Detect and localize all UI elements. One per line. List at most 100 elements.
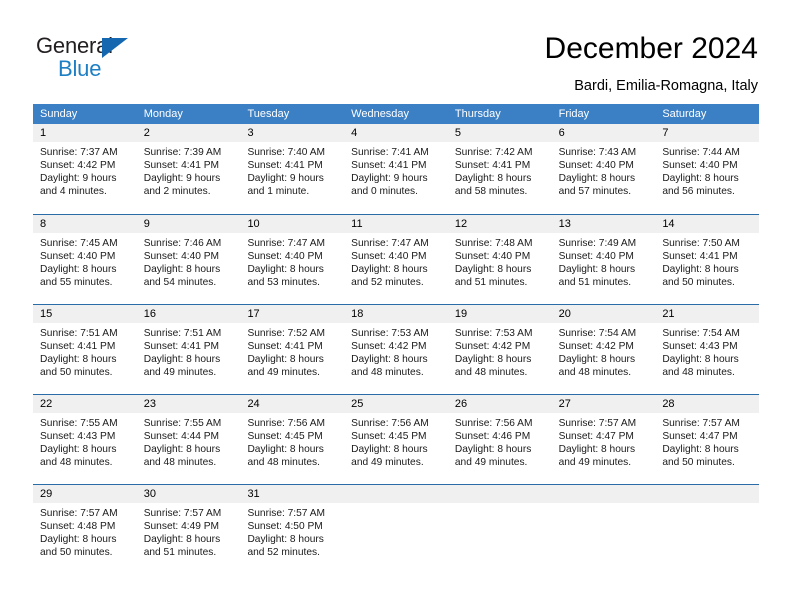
sunrise-text: Sunrise: 7:40 AM bbox=[247, 147, 326, 158]
day-cell[interactable]: 26 Sunrise: 7:56 AM Sunset: 4:46 PM Dayl… bbox=[447, 395, 552, 484]
day-number: 29 bbox=[40, 488, 53, 500]
day-cell[interactable]: 21 Sunrise: 7:54 AM Sunset: 4:43 PM Dayl… bbox=[655, 305, 760, 394]
daylight-text-line1: Daylight: 8 hours bbox=[40, 444, 117, 456]
daylight-text-line1: Daylight: 8 hours bbox=[454, 264, 532, 276]
daylight-text-line2: and 50 minutes. bbox=[40, 367, 113, 379]
calendar-weekday-header: Sunday Monday Tuesday Wednesday Thursday… bbox=[33, 104, 759, 124]
day-cell[interactable]: 17 Sunrise: 7:52 AM Sunset: 4:41 PM Dayl… bbox=[240, 305, 345, 394]
daylight-text-line1: Daylight: 8 hours bbox=[454, 354, 532, 366]
day-number-band: 23 bbox=[136, 395, 241, 413]
sunrise-text: Sunrise: 7:51 AM bbox=[40, 328, 118, 339]
day-cell[interactable]: 23 Sunrise: 7:55 AM Sunset: 4:44 PM Dayl… bbox=[136, 395, 241, 484]
day-cell[interactable]: 22 Sunrise: 7:55 AM Sunset: 4:43 PM Dayl… bbox=[33, 395, 137, 484]
sunset-text: Sunset: 4:41 PM bbox=[40, 341, 116, 353]
day-number: 30 bbox=[143, 488, 156, 500]
sunset-text: Sunset: 4:40 PM bbox=[40, 251, 116, 263]
day-cell[interactable]: 27 Sunrise: 7:57 AM Sunset: 4:47 PM Dayl… bbox=[551, 395, 656, 484]
sunset-text: Sunset: 4:42 PM bbox=[454, 341, 531, 353]
daylight-text-line1: Daylight: 8 hours bbox=[351, 264, 428, 276]
day-cell[interactable]: 16 Sunrise: 7:51 AM Sunset: 4:41 PM Dayl… bbox=[136, 305, 241, 394]
sunrise-text: Sunrise: 7:52 AM bbox=[247, 328, 326, 339]
day-number: 7 bbox=[662, 127, 669, 139]
daylight-text-line2: and 51 minutes. bbox=[143, 547, 217, 559]
day-info: Sunrise: 7:55 AM Sunset: 4:44 PM Dayligh… bbox=[137, 413, 241, 469]
sunrise-text: Sunrise: 7:47 AM bbox=[351, 238, 429, 249]
sunrise-text: Sunrise: 7:56 AM bbox=[351, 418, 429, 429]
day-cell[interactable]: 7 Sunrise: 7:44 AM Sunset: 4:40 PM Dayli… bbox=[655, 124, 760, 214]
day-number-band: 2 bbox=[136, 124, 241, 142]
sunset-text: Sunset: 4:40 PM bbox=[454, 251, 531, 263]
day-cell[interactable]: 1 Sunrise: 7:37 AM Sunset: 4:42 PM Dayli… bbox=[33, 124, 137, 214]
day-number-band: 19 bbox=[447, 305, 552, 323]
day-cell[interactable]: 11 Sunrise: 7:47 AM Sunset: 4:40 PM Dayl… bbox=[344, 215, 448, 304]
day-number-band: 11 bbox=[344, 215, 448, 233]
daylight-text-line1: Daylight: 8 hours bbox=[662, 444, 739, 456]
daylight-text-line2: and 48 minutes. bbox=[454, 367, 528, 379]
daylight-text-line1: Daylight: 8 hours bbox=[40, 354, 117, 366]
day-cell[interactable]: 15 Sunrise: 7:51 AM Sunset: 4:41 PM Dayl… bbox=[33, 305, 137, 394]
day-info: Sunrise: 7:48 AM Sunset: 4:40 PM Dayligh… bbox=[448, 233, 552, 289]
day-cell[interactable]: 20 Sunrise: 7:54 AM Sunset: 4:42 PM Dayl… bbox=[551, 305, 656, 394]
day-number: 31 bbox=[247, 488, 260, 500]
day-cell[interactable]: 19 Sunrise: 7:53 AM Sunset: 4:42 PM Dayl… bbox=[447, 305, 552, 394]
day-info: Sunrise: 7:50 AM Sunset: 4:41 PM Dayligh… bbox=[655, 233, 759, 289]
day-info: Sunrise: 7:44 AM Sunset: 4:40 PM Dayligh… bbox=[655, 142, 759, 198]
day-cell[interactable]: 13 Sunrise: 7:49 AM Sunset: 4:40 PM Dayl… bbox=[551, 215, 656, 304]
generalblue-logo[interactable]: General Blue bbox=[36, 33, 146, 81]
daylight-text-line2: and 49 minutes. bbox=[247, 367, 320, 379]
sunrise-text: Sunrise: 7:55 AM bbox=[143, 418, 222, 429]
day-number-band: 14 bbox=[655, 215, 760, 233]
sunrise-text: Sunrise: 7:57 AM bbox=[40, 508, 118, 519]
daylight-text-line2: and 58 minutes. bbox=[454, 186, 528, 198]
day-cell[interactable]: 9 Sunrise: 7:46 AM Sunset: 4:40 PM Dayli… bbox=[136, 215, 241, 304]
day-number: 17 bbox=[247, 308, 260, 320]
day-number-band: 1 bbox=[33, 124, 137, 142]
day-cell[interactable]: 30 Sunrise: 7:57 AM Sunset: 4:49 PM Dayl… bbox=[136, 485, 241, 574]
day-cell[interactable]: 4 Sunrise: 7:41 AM Sunset: 4:41 PM Dayli… bbox=[344, 124, 448, 214]
day-cell[interactable]: 18 Sunrise: 7:53 AM Sunset: 4:42 PM Dayl… bbox=[344, 305, 448, 394]
day-info: Sunrise: 7:49 AM Sunset: 4:40 PM Dayligh… bbox=[552, 233, 656, 289]
day-info: Sunrise: 7:56 AM Sunset: 4:45 PM Dayligh… bbox=[240, 413, 344, 469]
day-cell[interactable]: 6 Sunrise: 7:43 AM Sunset: 4:40 PM Dayli… bbox=[551, 124, 656, 214]
day-info: Sunrise: 7:42 AM Sunset: 4:41 PM Dayligh… bbox=[448, 142, 552, 198]
daylight-text-line1: Daylight: 8 hours bbox=[143, 264, 221, 276]
sunset-text: Sunset: 4:40 PM bbox=[662, 160, 738, 172]
day-info: Sunrise: 7:54 AM Sunset: 4:43 PM Dayligh… bbox=[655, 323, 759, 379]
daylight-text-line1: Daylight: 8 hours bbox=[247, 264, 324, 276]
page-title: December 2024 bbox=[544, 32, 758, 65]
day-cell[interactable]: 31 Sunrise: 7:57 AM Sunset: 4:50 PM Dayl… bbox=[240, 485, 345, 574]
sunrise-text: Sunrise: 7:48 AM bbox=[454, 238, 533, 249]
day-number: 27 bbox=[558, 398, 571, 410]
daylight-text-line1: Daylight: 9 hours bbox=[247, 173, 324, 185]
daylight-text-line1: Daylight: 8 hours bbox=[40, 264, 117, 276]
logo-text-blue: Blue bbox=[58, 56, 102, 81]
day-cell[interactable]: 25 Sunrise: 7:56 AM Sunset: 4:45 PM Dayl… bbox=[344, 395, 448, 484]
weekday-friday: Friday bbox=[558, 108, 590, 120]
daylight-text-line1: Daylight: 8 hours bbox=[558, 444, 636, 456]
day-cell[interactable]: 14 Sunrise: 7:50 AM Sunset: 4:41 PM Dayl… bbox=[655, 215, 760, 304]
day-cell[interactable]: 12 Sunrise: 7:48 AM Sunset: 4:40 PM Dayl… bbox=[447, 215, 552, 304]
daylight-text-line1: Daylight: 8 hours bbox=[247, 354, 324, 366]
day-cell[interactable]: 24 Sunrise: 7:56 AM Sunset: 4:45 PM Dayl… bbox=[240, 395, 345, 484]
day-number: 22 bbox=[40, 398, 53, 410]
daylight-text-line2: and 49 minutes. bbox=[558, 457, 632, 469]
day-info: Sunrise: 7:57 AM Sunset: 4:47 PM Dayligh… bbox=[655, 413, 759, 469]
day-cell[interactable]: 10 Sunrise: 7:47 AM Sunset: 4:40 PM Dayl… bbox=[240, 215, 345, 304]
daylight-text-line1: Daylight: 9 hours bbox=[351, 173, 428, 185]
day-info: Sunrise: 7:37 AM Sunset: 4:42 PM Dayligh… bbox=[33, 142, 137, 198]
day-cell[interactable]: 2 Sunrise: 7:39 AM Sunset: 4:41 PM Dayli… bbox=[136, 124, 241, 214]
sunrise-text: Sunrise: 7:51 AM bbox=[143, 328, 222, 339]
day-cell[interactable]: 5 Sunrise: 7:42 AM Sunset: 4:41 PM Dayli… bbox=[447, 124, 552, 214]
daylight-text-line2: and 49 minutes. bbox=[143, 367, 217, 379]
day-cell[interactable]: 28 Sunrise: 7:57 AM Sunset: 4:47 PM Dayl… bbox=[655, 395, 760, 484]
sunset-text: Sunset: 4:41 PM bbox=[351, 160, 427, 172]
day-cell[interactable]: 3 Sunrise: 7:40 AM Sunset: 4:41 PM Dayli… bbox=[240, 124, 345, 214]
sunrise-text: Sunrise: 7:53 AM bbox=[454, 328, 533, 339]
daylight-text-line2: and 51 minutes. bbox=[558, 277, 632, 289]
daylight-text-line2: and 48 minutes. bbox=[351, 367, 424, 379]
sunset-text: Sunset: 4:43 PM bbox=[662, 341, 738, 353]
day-number: 12 bbox=[454, 218, 468, 230]
day-cell[interactable]: 8 Sunrise: 7:45 AM Sunset: 4:40 PM Dayli… bbox=[33, 215, 137, 304]
day-cell[interactable]: 29 Sunrise: 7:57 AM Sunset: 4:48 PM Dayl… bbox=[33, 485, 137, 574]
day-number-band: 31 bbox=[240, 485, 345, 503]
